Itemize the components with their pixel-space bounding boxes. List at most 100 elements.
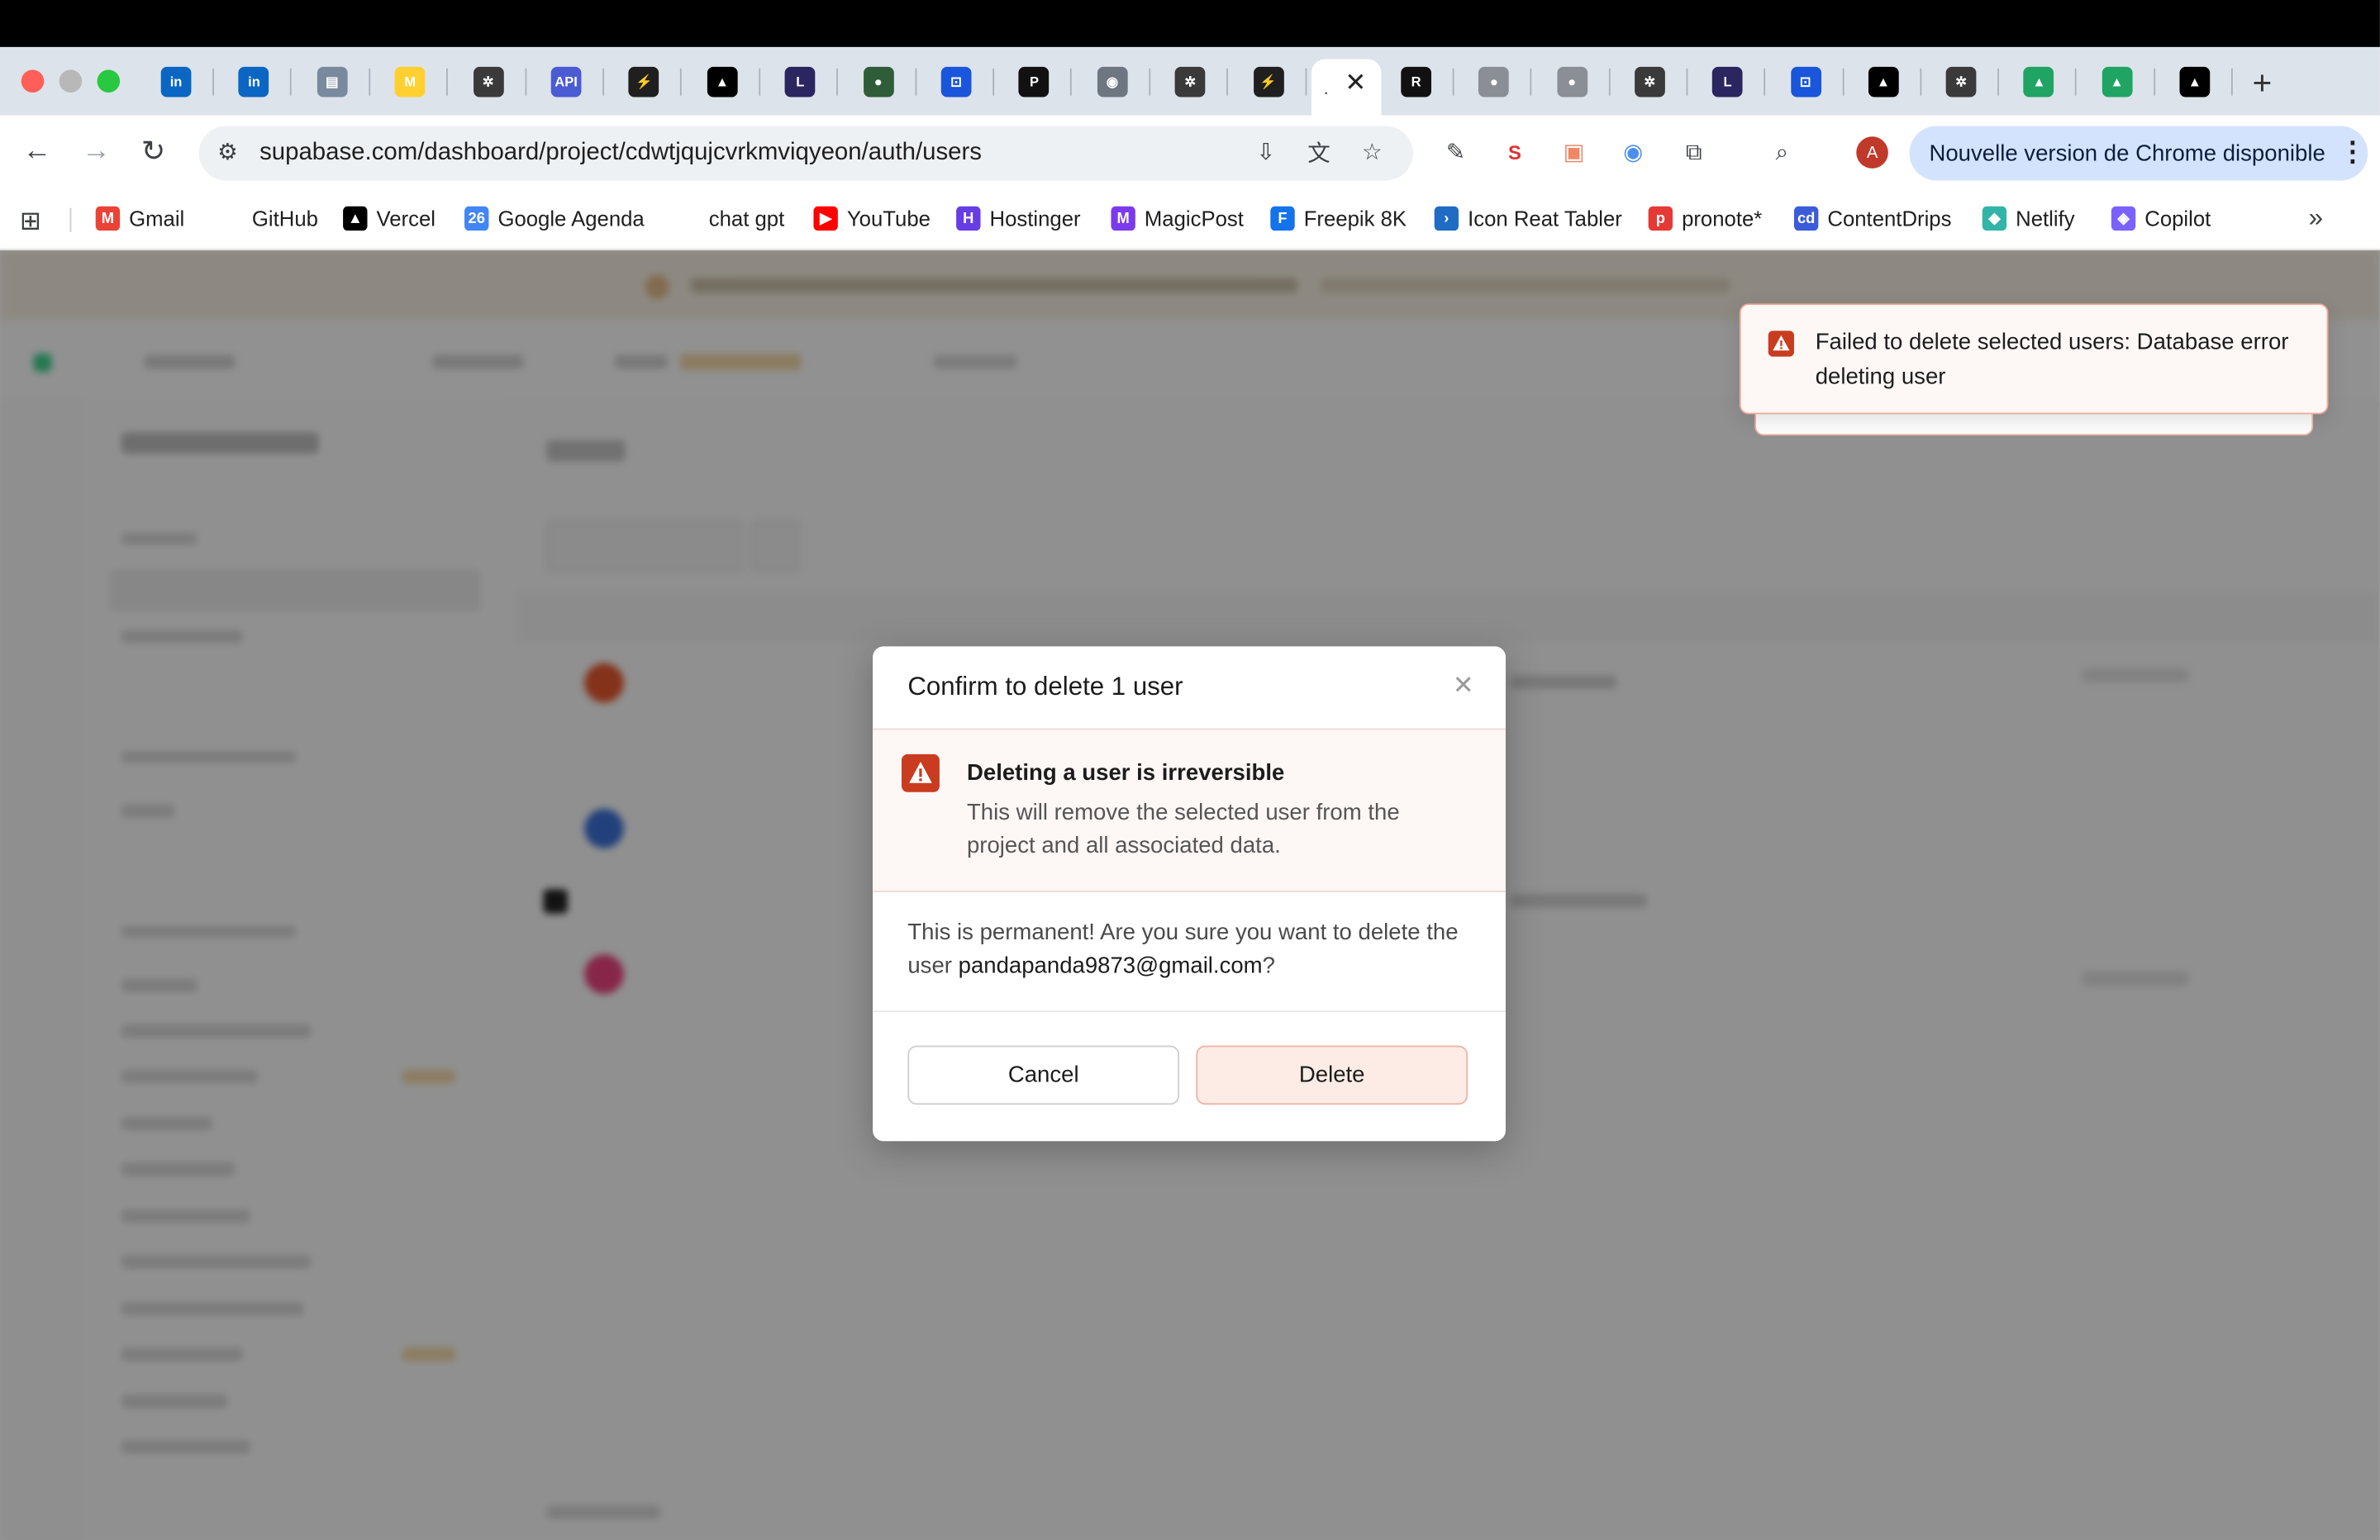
- toolbox-icon[interactable]: ⊡: [1790, 66, 1821, 97]
- seo-extension-icon[interactable]: S: [1500, 136, 1530, 167]
- supabase-icon[interactable]: ⚡: [1253, 66, 1284, 97]
- bookmark-label: MagicPost: [1144, 206, 1244, 231]
- tab-separator: [1149, 68, 1150, 96]
- bookmark-item[interactable]: M MagicPost: [1111, 206, 1244, 231]
- chrome-update-button[interactable]: Nouvelle version de Chrome disponible ⋮: [1909, 126, 2368, 181]
- vercel-icon[interactable]: ▲: [707, 66, 738, 97]
- bookmark-label: Icon Reat Tabler: [1468, 206, 1622, 231]
- tab-separator: [1226, 68, 1229, 96]
- bookmark-item[interactable]: F Freepik 8K: [1270, 206, 1407, 231]
- lynxlet-icon[interactable]: L: [784, 66, 816, 97]
- active-tab[interactable]: . ✕: [1311, 59, 1382, 116]
- tabler-icon: ›: [1434, 206, 1459, 231]
- openai-icon[interactable]: ✲: [473, 66, 504, 97]
- cancel-button[interactable]: Cancel: [907, 1045, 1180, 1105]
- linkedin-icon[interactable]: in: [160, 66, 192, 97]
- toolbox-icon[interactable]: ⊡: [940, 66, 972, 97]
- api-icon[interactable]: API: [550, 66, 582, 97]
- bookmark-item[interactable]: ◆ Netlify: [1982, 206, 2075, 231]
- back-icon[interactable]: ←: [23, 135, 52, 168]
- eyedropper-extension-icon[interactable]: ✎: [1440, 136, 1471, 167]
- extensions-puzzle-icon[interactable]: ⧉: [1678, 136, 1709, 167]
- apps-grid-icon[interactable]: ⊞: [20, 207, 41, 237]
- tab-separator: [2153, 68, 2155, 96]
- globe-icon[interactable]: ●: [1556, 66, 1587, 97]
- gmail-icon: M: [95, 206, 121, 231]
- forward-icon[interactable]: →: [82, 135, 111, 168]
- bookmark-star-icon[interactable]: ☆: [1357, 136, 1388, 167]
- reload-icon[interactable]: ↻: [141, 135, 165, 169]
- tab-separator: [1997, 68, 2000, 96]
- tab-separator: [368, 68, 370, 96]
- close-window-button[interactable]: [21, 69, 45, 93]
- close-tab-icon[interactable]: ✕: [1345, 69, 1366, 99]
- miro-icon[interactable]: M: [394, 66, 426, 97]
- vercel-icon[interactable]: ▲: [1868, 66, 1899, 97]
- supabase-icon[interactable]: ⚡: [629, 66, 659, 97]
- github-icon: [218, 206, 243, 231]
- tab-separator: [446, 68, 449, 96]
- bookmark-item[interactable]: 26 Google Agenda: [464, 206, 645, 231]
- drive-icon[interactable]: ▲: [2102, 66, 2132, 97]
- tab-separator: [1686, 68, 1688, 96]
- irreversible-warning: Deleting a user is irreversible This wil…: [873, 730, 1507, 892]
- browser-window: in in ▤ M ✲ API ⚡ ▲ L ● ⊡ P ◉ ✲ ⚡ . ✕ R ● ● ✲ L ⊡ ▲ ✲ ▲ ▲ ▲ + ← …: [0, 0, 2380, 1540]
- site-settings-icon[interactable]: ⚙: [212, 136, 243, 167]
- tab-separator: [2075, 68, 2078, 96]
- tab-search-icon[interactable]: ⌕: [1767, 136, 1797, 167]
- confirm-message: This is permanent! Are you sure you want…: [907, 916, 1469, 983]
- minimize-window-button[interactable]: [59, 69, 83, 93]
- bookmark-item[interactable]: cd ContentDrips: [1793, 206, 1951, 231]
- bookmark-item[interactable]: ▲ Vercel: [343, 206, 436, 231]
- drive-icon[interactable]: ▲: [2024, 66, 2054, 97]
- openai-icon[interactable]: ✲: [1174, 66, 1206, 97]
- more-menu-icon[interactable]: ⋮: [2339, 136, 2366, 169]
- magicpost-icon: M: [1111, 206, 1135, 231]
- tab-separator: [1608, 68, 1610, 96]
- bookmark-label: Google Agenda: [497, 206, 645, 231]
- install-app-icon[interactable]: ⇩: [1250, 136, 1281, 167]
- bookmark-item[interactable]: p pronote*: [1648, 206, 1762, 231]
- openai-icon[interactable]: ✲: [1945, 66, 1977, 97]
- tab-separator: [992, 68, 995, 96]
- lynxlet-icon[interactable]: L: [1712, 66, 1743, 97]
- bookmark-label: Gmail: [129, 206, 185, 231]
- tab-separator: [836, 68, 839, 96]
- extension-blue-icon[interactable]: ◉: [1618, 136, 1649, 167]
- globe-icon[interactable]: ●: [863, 66, 894, 97]
- url-text[interactable]: supabase.com/dashboard/project/cdwtjqujc…: [259, 140, 982, 167]
- clipboard-icon[interactable]: ▤: [317, 66, 348, 97]
- screenshot-extension-icon[interactable]: ▣: [1559, 136, 1589, 167]
- confirm-delete-dialog: Confirm to delete 1 user ✕ Deleting a us…: [873, 646, 1507, 1142]
- globe-icon[interactable]: ●: [1478, 66, 1510, 97]
- maximize-window-button[interactable]: [97, 69, 121, 93]
- github-icon[interactable]: ◉: [1097, 66, 1128, 97]
- p-icon[interactable]: P: [1019, 66, 1050, 97]
- close-icon[interactable]: ✕: [1453, 671, 1474, 701]
- bookmark-item[interactable]: H Hostinger: [956, 206, 1081, 231]
- dialog-title: Confirm to delete 1 user: [907, 672, 1183, 701]
- vercel-icon[interactable]: ▲: [2179, 66, 2211, 97]
- bookmark-item[interactable]: ▶ YouTube: [813, 206, 931, 231]
- r-icon[interactable]: R: [1401, 66, 1432, 97]
- profile-avatar[interactable]: A: [1856, 136, 1888, 169]
- tab-separator: [914, 68, 916, 96]
- youtube-icon: ▶: [813, 206, 838, 231]
- bookmark-item[interactable]: ◈ Copilot: [2111, 206, 2211, 231]
- bookmark-item[interactable]: › Icon Reat Tabler: [1434, 206, 1622, 231]
- warning-title: Deleting a user is irreversible: [966, 760, 1285, 787]
- bookmark-item[interactable]: chat gpt: [675, 206, 784, 231]
- linkedin-icon[interactable]: in: [239, 66, 269, 97]
- bookmark-item[interactable]: GitHub: [218, 206, 318, 231]
- openai-icon[interactable]: ✲: [1634, 66, 1665, 97]
- delete-button[interactable]: Delete: [1196, 1045, 1468, 1105]
- tab-separator: [1452, 68, 1454, 96]
- more-bookmarks-icon[interactable]: »: [2309, 203, 2323, 234]
- dialog-footer: Cancel Delete: [873, 1010, 1507, 1141]
- error-toast: Failed to delete selected users: Databas…: [1739, 303, 2329, 415]
- tab-separator: [524, 68, 526, 96]
- new-tab-button[interactable]: +: [2253, 64, 2273, 103]
- netlify-icon: ◆: [1982, 206, 2007, 231]
- bookmark-item[interactable]: M Gmail: [95, 206, 185, 231]
- translate-icon[interactable]: 文: [1304, 136, 1335, 167]
